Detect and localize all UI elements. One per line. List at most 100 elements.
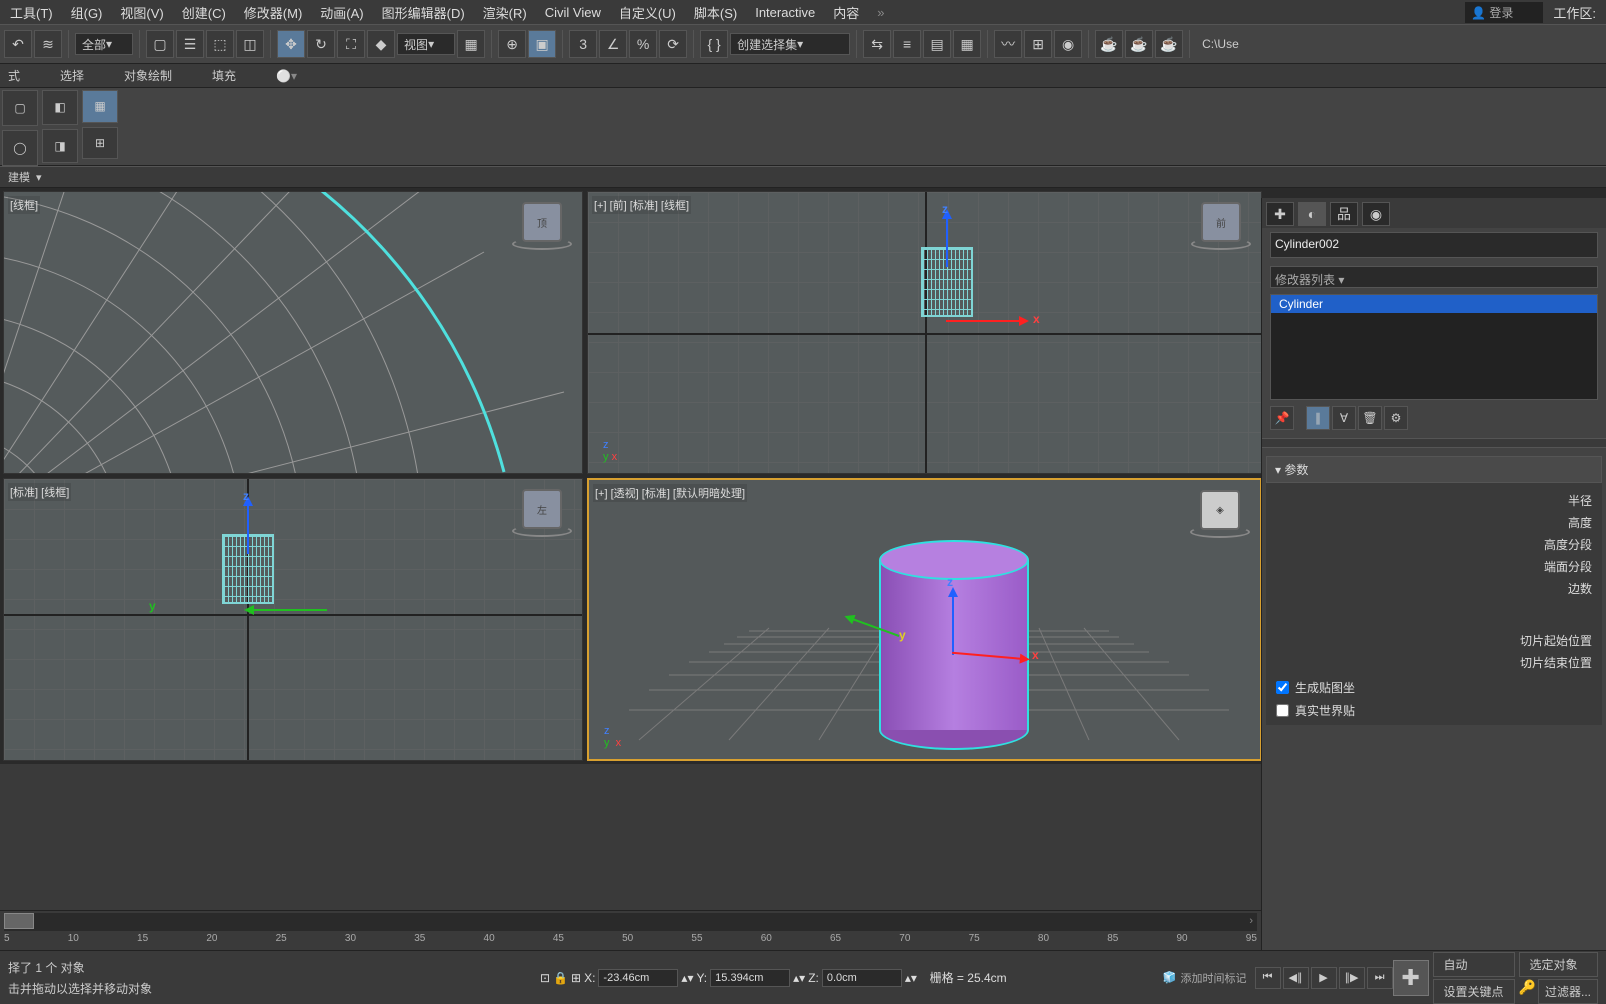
rib-b3[interactable]: ▦ [82, 90, 118, 123]
set-key-button[interactable]: 设置关键点 [1433, 979, 1515, 1004]
place-button[interactable]: ◆ [367, 30, 395, 58]
menu-view[interactable]: 视图(V) [120, 3, 163, 22]
curve-ed-button[interactable]: 〰 [994, 30, 1022, 58]
set-key-big-button[interactable]: ✚ [1393, 960, 1429, 996]
orbit-ring-3[interactable] [512, 525, 572, 537]
viewport-perspective[interactable]: z x y z y x [+] [透视] [标准] [默认明暗处理] ◈ [587, 478, 1262, 761]
menu-render[interactable]: 渲染(R) [483, 3, 527, 22]
sel-obj-button[interactable]: 选定对象 [1519, 952, 1598, 977]
spinsnap-button[interactable]: ⟳ [659, 30, 687, 58]
menu-modifiers[interactable]: 修改器(M) [244, 3, 303, 22]
vp-label-persp[interactable]: [+] [透视] [标准] [默认明暗处理] [593, 484, 747, 502]
orbit-ring-2[interactable] [1191, 238, 1251, 250]
params-header[interactable]: ▾ 参数 [1266, 456, 1602, 483]
vp-label-front[interactable]: [+] [前] [标准] [线框] [592, 196, 691, 214]
time-slider[interactable] [4, 913, 34, 929]
orbit-ring-1[interactable] [512, 238, 572, 250]
show-end-button[interactable]: ∥ [1306, 406, 1330, 430]
prev-frame-button[interactable]: ◀∥ [1283, 967, 1309, 989]
unique-button[interactable]: ∀ [1332, 406, 1356, 430]
snap-button[interactable]: ⊕ [498, 30, 526, 58]
window-button[interactable]: ◫ [236, 30, 264, 58]
subtab-fill[interactable]: 填充 [212, 67, 236, 84]
next-frame-button[interactable]: ∥▶ [1339, 967, 1365, 989]
render-frame-button[interactable]: ☕ [1125, 30, 1153, 58]
modifier-stack[interactable]: Cylinder [1270, 294, 1598, 400]
viewcube-front[interactable]: 前 [1201, 202, 1241, 242]
play-button[interactable]: ▶ [1311, 967, 1337, 989]
material-button[interactable]: ◉ [1054, 30, 1082, 58]
select-button[interactable]: ▢ [146, 30, 174, 58]
menu-grapheditor[interactable]: 图形编辑器(D) [382, 3, 465, 22]
menu-tools[interactable]: 工具(T) [10, 3, 53, 22]
tab-create[interactable]: ✚ [1266, 202, 1294, 226]
redo-button[interactable]: ≋ [34, 30, 62, 58]
rotate-button[interactable]: ↻ [307, 30, 335, 58]
rib-b2[interactable]: ◨ [42, 129, 78, 164]
menu-civilview[interactable]: Civil View [545, 5, 601, 20]
real-world-checkbox[interactable]: 真实世界贴 [1276, 702, 1592, 719]
y-input[interactable]: 15.394cm [710, 969, 790, 987]
stack-item-cylinder[interactable]: Cylinder [1271, 295, 1597, 313]
pin-stack-button[interactable]: 📌 [1270, 406, 1294, 430]
menu-animation[interactable]: 动画(A) [320, 3, 363, 22]
rib-poly-button[interactable]: ▢ [2, 90, 38, 126]
viewcube-left[interactable]: 左 [522, 489, 562, 529]
scale-button[interactable]: ⛶ [337, 30, 365, 58]
viewcube-persp[interactable]: ◈ [1200, 490, 1240, 530]
goto-start-button[interactable]: ⏮ [1255, 967, 1281, 989]
goto-end-button[interactable]: ⏭ [1367, 967, 1393, 989]
viewport-left[interactable]: z y [标准] [线框] 左 [3, 478, 583, 761]
subtab-mode[interactable]: 式 [8, 67, 20, 84]
align-button[interactable]: ≡ [893, 30, 921, 58]
coord-dropdown[interactable]: 视图 ▾ [397, 33, 455, 55]
x-input[interactable]: -23.46cm [598, 969, 678, 987]
menu-group[interactable]: 组(G) [71, 3, 103, 22]
render-button[interactable]: ☕ [1155, 30, 1183, 58]
orbit-ring-4[interactable] [1190, 526, 1250, 538]
tab-motion[interactable]: ◉ [1362, 202, 1390, 226]
scope-dropdown[interactable]: 全部 ▾ [75, 33, 133, 55]
vp-label-top[interactable]: [线框] [8, 196, 40, 214]
gen-uv-checkbox[interactable]: 生成贴图坐 [1276, 679, 1592, 696]
move-button[interactable]: ✥ [277, 30, 305, 58]
menu-content[interactable]: 内容 [833, 3, 859, 22]
selset-dropdown[interactable]: 创建选择集 ▾ [730, 33, 850, 55]
time-slider-track[interactable]: › [4, 913, 1257, 931]
vp-label-left[interactable]: [标准] [线框] [8, 483, 71, 501]
rib-b4[interactable]: ⊞ [82, 127, 118, 160]
layer-button[interactable]: ▤ [923, 30, 951, 58]
snap2-button[interactable]: ▣ [528, 30, 556, 58]
snap3-button[interactable]: 3 [569, 30, 597, 58]
viewport-top[interactable]: [线框] 顶 [3, 191, 583, 474]
menu-interactive[interactable]: Interactive [755, 5, 815, 20]
menu-customize[interactable]: 自定义(U) [619, 3, 676, 22]
viewport-front[interactable]: z x z y x [+] [前] [标准] [线框] 前 [587, 191, 1262, 474]
remove-button[interactable]: 🗑 [1358, 406, 1382, 430]
rib-b1[interactable]: ◧ [42, 90, 78, 125]
z-input[interactable]: 0.0cm [822, 969, 902, 987]
anglesnap-button[interactable]: ∠ [599, 30, 627, 58]
rectselect-button[interactable]: ⬚ [206, 30, 234, 58]
modifier-list-dropdown[interactable]: 修改器列表 ▾ [1270, 266, 1598, 288]
tab-hierarchy[interactable]: 品 [1330, 202, 1358, 226]
subtab-objpaint[interactable]: 对象绘制 [124, 67, 172, 84]
undo-button[interactable]: ↶ [4, 30, 32, 58]
pivot-button[interactable]: ▦ [457, 30, 485, 58]
pctsnap-button[interactable]: % [629, 30, 657, 58]
viewcube-top[interactable]: 顶 [522, 202, 562, 242]
object-name-field[interactable]: Cylinder002 [1270, 232, 1598, 258]
auto-key-button[interactable]: 自动 [1433, 952, 1515, 977]
menu-create[interactable]: 创建(C) [182, 3, 226, 22]
tab-modify[interactable]: ◐ [1298, 202, 1326, 226]
mirror-button[interactable]: ⇆ [863, 30, 891, 58]
render-setup-button[interactable]: ☕ [1095, 30, 1123, 58]
key-filter-button[interactable]: 过滤器... [1538, 979, 1598, 1004]
config-button[interactable]: ⚙ [1384, 406, 1408, 430]
add-time-tag[interactable]: 添加时间标记 [1181, 970, 1247, 986]
selectname-button[interactable]: ☰ [176, 30, 204, 58]
subtab-select[interactable]: 选择 [60, 67, 84, 84]
menu-script[interactable]: 脚本(S) [694, 3, 737, 22]
login-box[interactable]: 👤 登录 [1465, 2, 1543, 23]
curve-button[interactable]: { } [700, 30, 728, 58]
